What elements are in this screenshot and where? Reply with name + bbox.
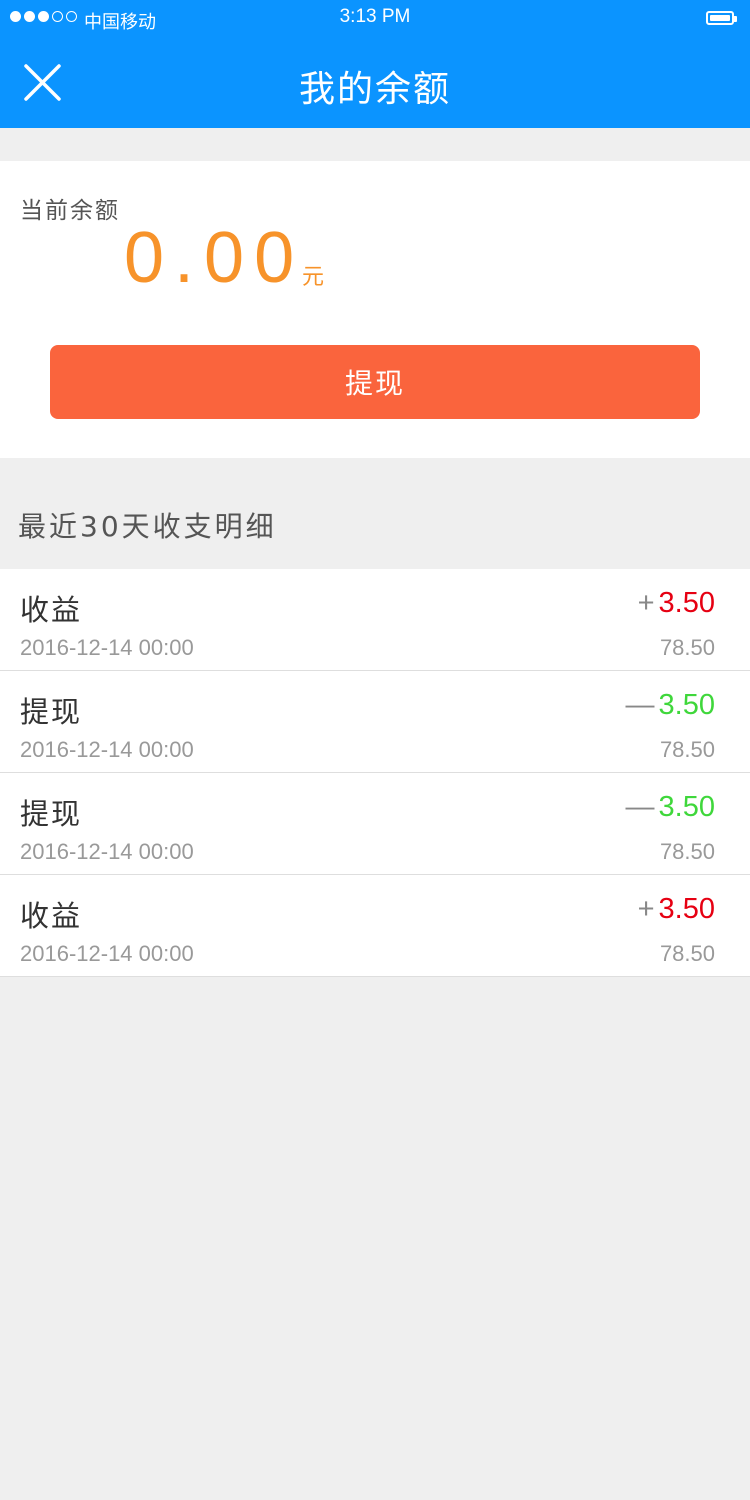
balance-amount: 0.00	[124, 218, 305, 298]
transaction-row[interactable]: 提现 2016-12-14 00:00 —3.50 78.50	[0, 773, 750, 875]
transaction-amount: +3.50	[638, 893, 715, 926]
section-title: 最近30天收支明细	[18, 510, 277, 543]
transaction-value: 3.50	[658, 689, 715, 721]
transaction-value: 3.50	[658, 893, 715, 925]
battery-icon	[706, 11, 737, 25]
transaction-balance: 78.50	[659, 737, 715, 762]
transaction-row[interactable]: 提现 2016-12-14 00:00 —3.50 78.50	[0, 671, 750, 773]
page-title: 我的余额	[298, 69, 451, 110]
withdraw-button[interactable]: 提现	[50, 345, 700, 419]
transaction-balance: 78.50	[659, 635, 715, 660]
header-bar: 中国移动 3:13 PM 我的余额	[0, 0, 750, 128]
balance-label: 当前余额	[20, 198, 120, 224]
transaction-sign: +	[637, 893, 655, 925]
transaction-value: 3.50	[658, 587, 715, 619]
status-time: 3:13 PM	[339, 6, 411, 27]
transaction-amount: —3.50	[626, 689, 715, 722]
transaction-date: 2016-12-14 00:00	[20, 635, 194, 660]
transaction-sign: +	[637, 587, 655, 619]
status-bar: 中国移动 3:13 PM	[0, 0, 750, 38]
transaction-type: 收益	[20, 899, 83, 933]
transaction-date: 2016-12-14 00:00	[20, 839, 194, 864]
transaction-date: 2016-12-14 00:00	[20, 941, 194, 966]
transaction-sign: —	[625, 791, 655, 823]
balance-unit: 元	[302, 265, 325, 290]
transaction-type: 收益	[20, 593, 83, 627]
transaction-value: 3.50	[658, 791, 715, 823]
transaction-sign: —	[625, 689, 655, 721]
transaction-amount: +3.50	[638, 587, 715, 620]
transaction-type: 提现	[20, 797, 83, 831]
transaction-row[interactable]: 收益 2016-12-14 00:00 +3.50 78.50	[0, 569, 750, 671]
transaction-amount: —3.50	[626, 791, 715, 824]
transaction-balance: 78.50	[659, 839, 715, 864]
transaction-balance: 78.50	[659, 941, 715, 966]
transaction-list: 收益 2016-12-14 00:00 +3.50 78.50 提现 2016-12-14…	[0, 569, 750, 977]
balance-card: 当前余额 0.00 元 提现	[0, 161, 750, 458]
transaction-type: 提现	[20, 695, 83, 729]
transaction-date: 2016-12-14 00:00	[20, 737, 194, 762]
transaction-row[interactable]: 收益 2016-12-14 00:00 +3.50 78.50	[0, 875, 750, 977]
